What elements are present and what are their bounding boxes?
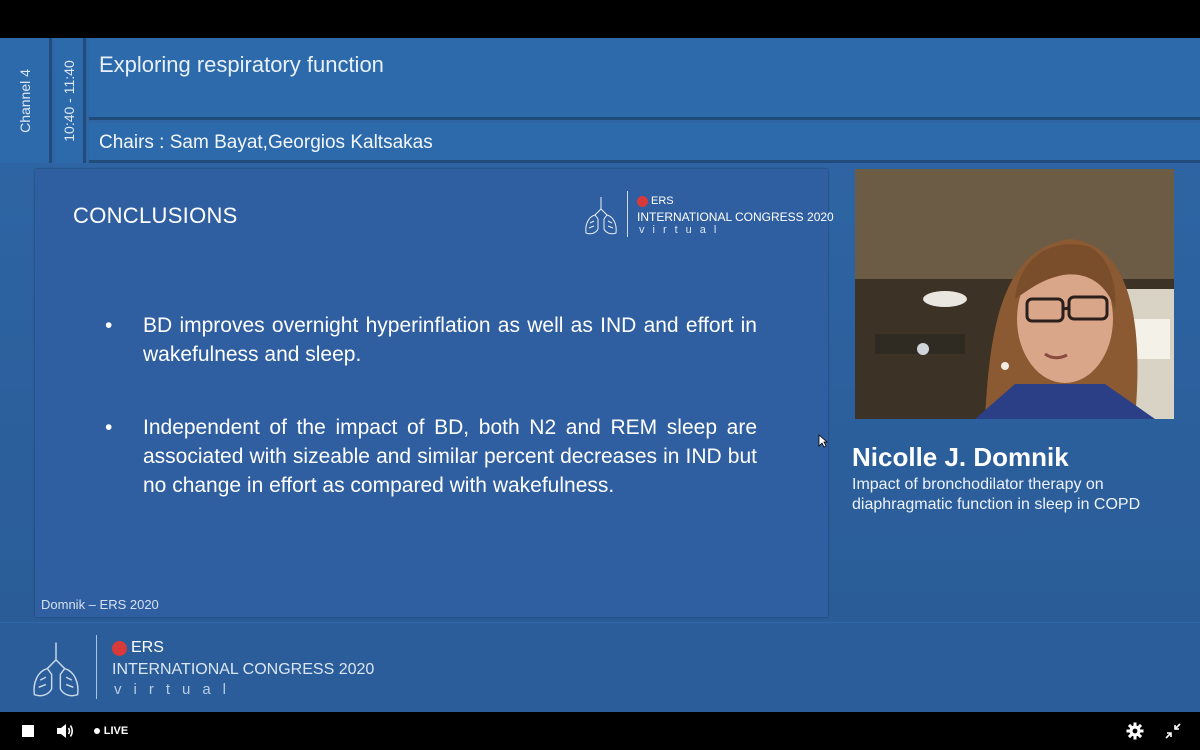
congress-text: INTERNATIONAL CONGRESS 2020 — [112, 661, 375, 678]
speaker-video-frame — [855, 169, 1174, 419]
ers-text: ERS — [131, 639, 164, 656]
volume-icon — [57, 724, 74, 738]
slide-ers-logo: ERS INTERNATIONAL CONGRESS 2020 virtual — [583, 191, 834, 241]
exit-fullscreen-button[interactable] — [1160, 712, 1186, 750]
ers-mark: ERS — [112, 639, 164, 657]
gear-icon — [1126, 722, 1144, 740]
live-dot-icon — [93, 728, 100, 734]
live-label: LIVE — [103, 725, 129, 737]
session-time: 10:40 - 11:40 — [61, 59, 77, 142]
player-controls: LIVE — [0, 712, 1200, 750]
list-item: • Independent of the impact of BD, both … — [105, 413, 757, 500]
ers-emblem-icon — [112, 640, 127, 656]
virtual-text: virtual — [114, 681, 239, 698]
chairs-box: Chairs : Sam Bayat,Georgios Kaltsakas — [89, 123, 1200, 163]
channel-column: Channel 4 — [0, 38, 52, 163]
lungs-logo-icon — [585, 197, 617, 235]
session-title: Exploring respiratory function — [99, 52, 384, 77]
chairs-text: Chairs : Sam Bayat,Georgios Kaltsakas — [99, 132, 433, 153]
list-item: • BD improves overnight hyperinflation a… — [105, 311, 757, 369]
exit-fullscreen-icon — [1165, 723, 1181, 739]
ers-text: ERS — [651, 195, 674, 207]
mouse-cursor-icon — [818, 434, 828, 448]
slide-title: CONCLUSIONS — [73, 203, 238, 228]
footer-band: ERS INTERNATIONAL CONGRESS 2020 virtual — [0, 622, 1200, 712]
stop-icon — [22, 725, 34, 737]
stop-button[interactable] — [16, 712, 40, 750]
logo-divider — [627, 191, 628, 237]
bullet-icon: • — [105, 416, 113, 439]
stream-stage: Channel 4 10:40 - 11:40 Exploring respir… — [0, 38, 1200, 712]
virtual-text: virtual — [639, 224, 725, 236]
ers-emblem-icon — [637, 195, 648, 207]
live-indicator: LIVE — [86, 712, 136, 750]
volume-button[interactable] — [52, 712, 78, 750]
conclusions-list: • BD improves overnight hyperinflation a… — [105, 311, 757, 544]
settings-button[interactable] — [1122, 712, 1148, 750]
band-ers-logo: ERS INTERNATIONAL CONGRESS 2020 virtual — [30, 635, 390, 705]
bullet-text: Independent of the impact of BD, both N2… — [143, 416, 757, 497]
ers-mark: ERS — [637, 195, 674, 207]
bullet-icon: • — [105, 314, 113, 337]
logo-divider — [96, 635, 97, 699]
session-title-box: Exploring respiratory function — [89, 38, 1200, 120]
channel-label: Channel 4 — [16, 68, 33, 133]
speaker-video — [855, 169, 1174, 419]
congress-text: INTERNATIONAL CONGRESS 2020 — [637, 210, 834, 224]
time-column: 10:40 - 11:40 — [55, 38, 86, 163]
presentation-slide: CONCLUSIONS ERS INTERNATIONAL CONGRESS 2… — [35, 169, 834, 617]
top-letterbox — [0, 0, 1200, 38]
bullet-text: BD improves overnight hyperinflation as … — [143, 314, 757, 366]
lungs-logo-icon — [33, 642, 79, 697]
speaker-name: Nicolle J. Domnik — [852, 442, 1069, 472]
talk-title: Impact of bronchodilator therapy on diap… — [852, 476, 1141, 513]
slide-footer: Domnik – ERS 2020 — [41, 597, 159, 612]
